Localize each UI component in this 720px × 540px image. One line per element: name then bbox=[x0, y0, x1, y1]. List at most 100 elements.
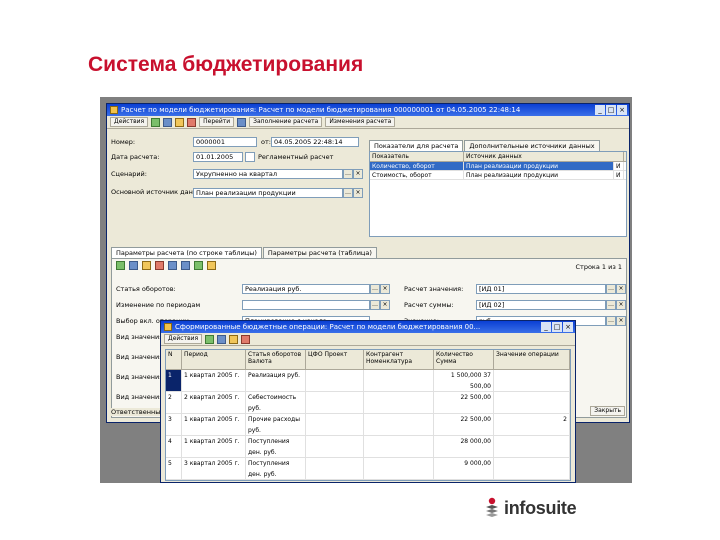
param-clear-button[interactable]: × bbox=[616, 316, 626, 326]
copy-icon[interactable] bbox=[217, 334, 227, 344]
column-header[interactable]: Статья оборотов Валюта bbox=[246, 350, 306, 369]
operations-window: Сформированные бюджетные операции: Расче… bbox=[160, 320, 576, 483]
save-icon[interactable] bbox=[151, 117, 161, 127]
edit-row-icon[interactable] bbox=[142, 261, 151, 270]
table-row[interactable]: 4 1 квартал 2005 г. Поступления ден. руб… bbox=[166, 436, 570, 458]
param-input[interactable]: Реализация руб. bbox=[242, 284, 370, 294]
column-header[interactable]: N bbox=[166, 350, 182, 369]
column-header[interactable]: Период bbox=[182, 350, 246, 369]
param-clear-button[interactable]: × bbox=[380, 284, 390, 294]
maximize-button[interactable]: □ bbox=[606, 105, 616, 115]
table-cell: Стоимость, оборот bbox=[370, 171, 464, 179]
actions-menu-button[interactable]: Действия bbox=[164, 334, 203, 344]
logo-text: infosuite bbox=[504, 497, 577, 518]
scenario-input[interactable]: Укрупненно на квартал bbox=[193, 169, 343, 179]
source-select-button[interactable]: … bbox=[343, 188, 353, 198]
value-cell bbox=[494, 436, 570, 457]
date-input[interactable]: 01.01.2005 bbox=[193, 152, 243, 162]
tab-params-table[interactable]: Параметры расчета (таблица) bbox=[262, 247, 377, 258]
amount-cell: 9 000,00 bbox=[434, 458, 494, 479]
param-select-button[interactable]: … bbox=[606, 316, 616, 326]
article-cell: Поступления ден. руб. bbox=[246, 436, 306, 457]
table-row[interactable]: 2 2 квартал 2005 г. Себестоимость руб. 2… bbox=[166, 392, 570, 414]
param-input[interactable]: [ИД 02] bbox=[476, 300, 606, 310]
period-cell: 2 квартал 2005 г. bbox=[182, 392, 246, 413]
main-toolbar: Действия Перейти Заполнение расчета Изме… bbox=[107, 116, 629, 129]
param-clear-button[interactable]: × bbox=[616, 284, 626, 294]
main-window-titlebar[interactable]: Расчет по модели бюджетирования: Расчет … bbox=[107, 104, 629, 116]
fill-calc-button[interactable]: Заполнение расчета bbox=[249, 117, 323, 127]
param-clear-button[interactable]: × bbox=[380, 300, 390, 310]
param-input[interactable]: [ИД 01] bbox=[476, 284, 606, 294]
edit-icon[interactable] bbox=[175, 117, 185, 127]
param-select-button[interactable]: … bbox=[606, 284, 616, 294]
tab-indicators[interactable]: Показатели для расчета bbox=[369, 140, 464, 151]
operations-window-title: Сформированные бюджетные операции: Расче… bbox=[175, 323, 481, 331]
param-label: Расчет значения: bbox=[404, 285, 464, 293]
minimize-button[interactable]: _ bbox=[595, 105, 605, 115]
refresh-icon[interactable] bbox=[237, 117, 247, 127]
move-down-icon[interactable] bbox=[181, 261, 190, 270]
article-cell: Реализация руб. bbox=[246, 370, 306, 391]
copy-row-icon[interactable] bbox=[129, 261, 138, 270]
copy-icon[interactable] bbox=[163, 117, 173, 127]
datetime-input[interactable]: 04.05.2005 22:48:14 bbox=[271, 137, 359, 147]
param-label: Вид значения: bbox=[116, 353, 166, 361]
delete-row-icon[interactable] bbox=[155, 261, 164, 270]
column-header[interactable]: Источник данных bbox=[464, 152, 624, 161]
column-header[interactable]: Показатель bbox=[370, 152, 464, 161]
scenario-clear-button[interactable]: × bbox=[353, 169, 363, 179]
incremental-checkbox[interactable] bbox=[245, 152, 255, 162]
changes-button[interactable]: Изменения расчета bbox=[325, 117, 396, 127]
grid-header: N Период Статья оборотов Валюта ЦФО Прое… bbox=[166, 350, 570, 370]
delete-icon[interactable] bbox=[241, 334, 251, 344]
param-select-button[interactable]: … bbox=[370, 300, 380, 310]
column-header[interactable]: Значение операции bbox=[494, 350, 570, 369]
cfo-cell bbox=[306, 414, 364, 435]
value-cell bbox=[494, 458, 570, 479]
filter-icon[interactable] bbox=[207, 261, 216, 270]
add-row-icon[interactable] bbox=[116, 261, 125, 270]
scenario-select-button[interactable]: … bbox=[343, 169, 353, 179]
from-label: от: bbox=[261, 138, 271, 146]
add-icon[interactable] bbox=[205, 334, 215, 344]
article-cell: Себестоимость руб. bbox=[246, 392, 306, 413]
minimize-button[interactable]: _ bbox=[541, 322, 551, 332]
column-header[interactable]: Контрагент Номенклатура bbox=[364, 350, 434, 369]
table-row[interactable]: 1 1 квартал 2005 г. Реализация руб. 1 50… bbox=[166, 370, 570, 392]
param-select-button[interactable]: … bbox=[606, 300, 616, 310]
operations-grid: N Период Статья оборотов Валюта ЦФО Прое… bbox=[165, 349, 571, 481]
sort-icon[interactable] bbox=[194, 261, 203, 270]
table-row[interactable]: Количество, оборот План реализации проду… bbox=[370, 162, 626, 171]
close-window-button[interactable]: × bbox=[563, 322, 573, 332]
tab-extra-sources[interactable]: Дополнительные источники данных bbox=[464, 140, 600, 151]
goto-menu-button[interactable]: Перейти bbox=[199, 117, 235, 127]
actions-menu-button[interactable]: Действия bbox=[110, 117, 149, 127]
operations-window-titlebar[interactable]: Сформированные бюджетные операции: Расче… bbox=[161, 321, 575, 333]
main-window-title: Расчет по модели бюджетирования: Расчет … bbox=[121, 106, 521, 114]
number-input[interactable]: 0000001 bbox=[193, 137, 257, 147]
param-select-button[interactable]: … bbox=[370, 284, 380, 294]
column-header[interactable]: ЦФО Проект bbox=[306, 350, 364, 369]
param-label: Изменение по периодам bbox=[116, 301, 201, 309]
close-button[interactable]: Закрыть bbox=[590, 406, 625, 416]
source-input[interactable]: План реализации продукции bbox=[193, 188, 343, 198]
delete-icon[interactable] bbox=[187, 117, 197, 127]
maximize-button[interactable]: □ bbox=[552, 322, 562, 332]
row-number: 3 bbox=[166, 414, 182, 435]
close-window-button[interactable]: × bbox=[617, 105, 627, 115]
edit-icon[interactable] bbox=[229, 334, 239, 344]
period-cell: 1 квартал 2005 г. bbox=[182, 414, 246, 435]
contractor-cell bbox=[364, 458, 434, 479]
cfo-cell bbox=[306, 436, 364, 457]
table-row[interactable]: 5 3 квартал 2005 г. Поступления ден. руб… bbox=[166, 458, 570, 480]
date-label: Дата расчета: bbox=[111, 153, 160, 161]
column-header[interactable]: Количество Сумма bbox=[434, 350, 494, 369]
param-input[interactable] bbox=[242, 300, 370, 310]
table-row[interactable]: Стоимость, оборот План реализации продук… bbox=[370, 171, 626, 180]
source-clear-button[interactable]: × bbox=[353, 188, 363, 198]
param-clear-button[interactable]: × bbox=[616, 300, 626, 310]
tab-params-row[interactable]: Параметры расчета (по строке таблицы) bbox=[111, 247, 262, 258]
move-up-icon[interactable] bbox=[168, 261, 177, 270]
table-row[interactable]: 3 1 квартал 2005 г. Прочие расходы руб. … bbox=[166, 414, 570, 436]
